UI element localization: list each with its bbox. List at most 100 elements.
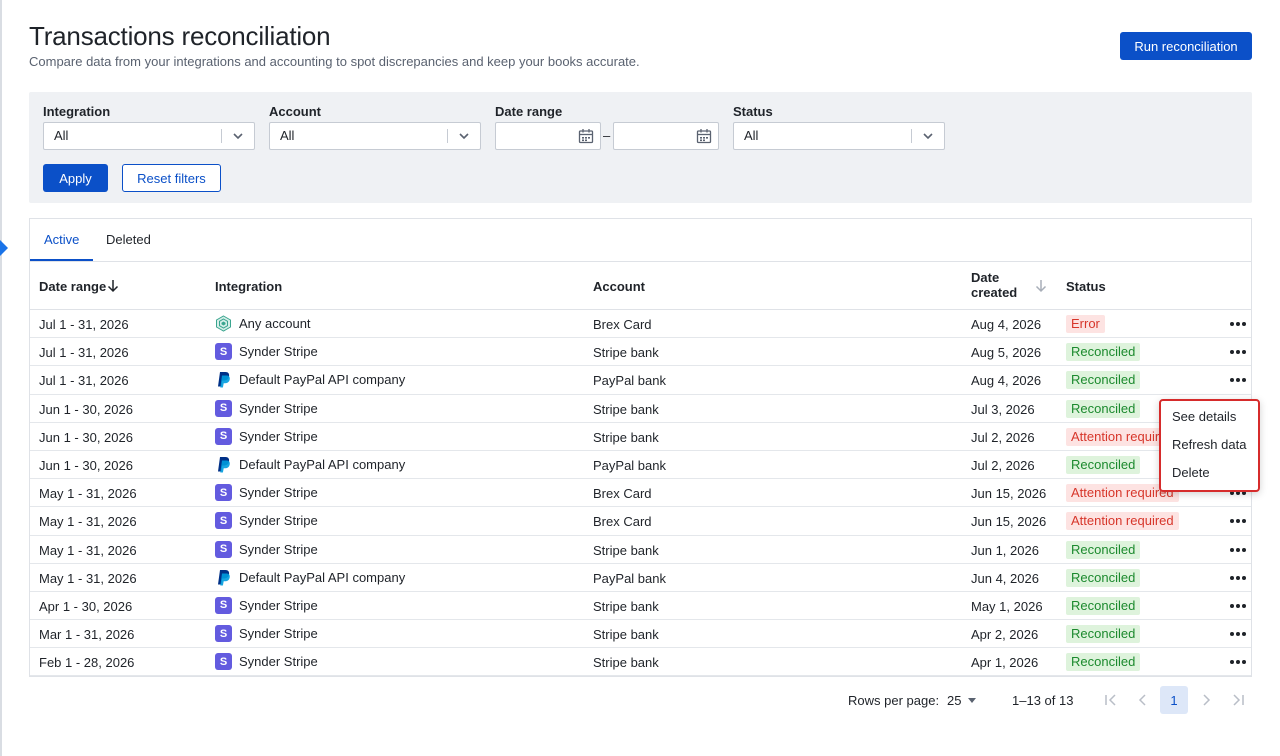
table-row[interactable]: Jul 1 - 31, 2026 Default PayPal API compa… (30, 366, 1251, 395)
stripe-logo-glyph: S (215, 399, 232, 417)
run-reconciliation-button[interactable]: Run reconciliation (1120, 32, 1252, 60)
integration-select[interactable]: All (43, 122, 255, 150)
rows-per-page-select[interactable]: 25 (947, 693, 961, 708)
integration-name: Synder Stripe (239, 344, 318, 360)
integration-name: Synder Stripe (239, 626, 318, 642)
table-row[interactable]: Jun 1 - 30, 2026 S Synder Stripe Stripe ban… (30, 395, 1251, 423)
table-row[interactable]: Feb 1 - 28, 2026 S Synder Stripe Stripe ban… (30, 648, 1251, 677)
cell-integration: Default PayPal API company (215, 371, 405, 388)
integration-name: Synder Stripe (239, 541, 318, 557)
arrow-down-icon[interactable] (107, 279, 119, 293)
cell-account: Stripe bank (593, 542, 659, 558)
integration-name: Any account (239, 316, 311, 331)
column-header-date-range[interactable]: Date range (39, 279, 106, 294)
cell-status: Reconciled (1066, 343, 1141, 362)
first-page-icon[interactable] (1103, 693, 1119, 707)
date-to-input[interactable] (613, 122, 719, 150)
next-page-icon[interactable] (1198, 693, 1214, 707)
status-select[interactable]: All (733, 122, 945, 150)
arrow-down-icon[interactable] (1035, 279, 1047, 293)
transactions-table: Active Deleted Date range Integration Ac… (29, 218, 1252, 677)
calendar-icon[interactable] (578, 128, 594, 144)
left-rail (0, 0, 2, 756)
apply-button[interactable]: Apply (43, 164, 108, 192)
table-row[interactable]: May 1 - 31, 2026 S Synder Stripe Brex Card J… (30, 479, 1251, 508)
more-horizontal-icon[interactable] (1228, 627, 1248, 641)
table-row[interactable]: Jun 1 - 30, 2026 Default PayPal API compa… (30, 451, 1251, 480)
menu-item-refresh-data[interactable]: Refresh data (1172, 437, 1246, 452)
more-horizontal-icon[interactable] (1228, 345, 1248, 359)
sidebar-expand-icon[interactable] (0, 240, 8, 256)
cell-integration: Any account (215, 315, 311, 332)
date-created-label-line-2: created (971, 285, 1018, 300)
cell-account: PayPal bank (593, 570, 666, 586)
cell-account: Stripe bank (593, 598, 659, 614)
column-header-date-created[interactable]: Date created (971, 270, 1017, 300)
date-range-separator: – (603, 128, 611, 143)
table-row[interactable]: Apr 1 - 30, 2026 S Synder Stripe Stripe ban… (30, 592, 1251, 621)
more-horizontal-icon[interactable] (1228, 599, 1248, 613)
more-horizontal-icon[interactable] (1228, 514, 1248, 528)
select-divider (221, 129, 222, 143)
menu-item-delete[interactable]: Delete (1172, 465, 1210, 480)
integration-name: Default PayPal API company (239, 456, 406, 472)
cell-account: Stripe bank (593, 655, 659, 671)
more-horizontal-icon[interactable] (1228, 317, 1248, 331)
page-button-current[interactable]: 1 (1160, 686, 1188, 714)
cell-status: Reconciled (1066, 653, 1141, 672)
date-created-label-line-1: Date (971, 270, 1000, 285)
cell-date-range: Jun 1 - 30, 2026 (39, 457, 133, 473)
column-header-status[interactable]: Status (1066, 279, 1106, 294)
integration-name: Synder Stripe (239, 428, 318, 444)
cell-account: PayPal bank (593, 457, 666, 473)
tab-deleted[interactable]: Deleted (106, 232, 151, 247)
cell-date-range: May 1 - 31, 2026 (39, 542, 137, 558)
table-row[interactable]: Jul 1 - 31, 2026 Any account Brex Card Aug … (30, 310, 1251, 339)
select-divider (911, 129, 912, 143)
stripe-logo-icon: S (215, 596, 232, 614)
stripe-logo-glyph: S (215, 625, 232, 643)
date-from-input[interactable] (495, 122, 601, 150)
cell-date-range: Jul 1 - 31, 2026 (39, 373, 129, 389)
cell-account: Stripe bank (593, 401, 659, 417)
stripe-logo-icon: S (215, 653, 232, 671)
column-header-integration[interactable]: Integration (215, 279, 282, 294)
status-badge: Reconciled (1066, 455, 1141, 474)
table-row[interactable]: May 1 - 31, 2026 S Synder Stripe Brex Card J… (30, 507, 1251, 536)
cell-status: Reconciled (1066, 371, 1141, 390)
cell-date-created: Apr 2, 2026 (971, 627, 1039, 643)
tab-active[interactable]: Active (44, 232, 79, 247)
page-range: 1–13 of 13 (1012, 693, 1074, 708)
caret-down-icon[interactable] (968, 698, 976, 703)
last-page-icon[interactable] (1230, 693, 1246, 707)
more-horizontal-icon[interactable] (1228, 373, 1248, 387)
reset-filters-button[interactable]: Reset filters (122, 164, 221, 192)
table-row[interactable]: Jul 1 - 31, 2026 S Synder Stripe Stripe ban… (30, 338, 1251, 367)
prev-page-icon[interactable] (1135, 693, 1151, 707)
more-horizontal-icon[interactable] (1228, 571, 1248, 585)
cell-date-created: Jun 15, 2026 (971, 514, 1047, 530)
calendar-icon[interactable] (696, 128, 712, 144)
page-title: Transactions reconciliation (29, 21, 331, 51)
more-horizontal-icon[interactable] (1228, 655, 1248, 669)
table-row[interactable]: May 1 - 31, 2026 S Synder Stripe Stripe ban… (30, 536, 1251, 564)
cell-account: Stripe bank (593, 627, 659, 643)
table-row[interactable]: Jun 1 - 30, 2026 S Synder Stripe Stripe ban… (30, 423, 1251, 451)
stripe-logo-icon: S (215, 427, 232, 445)
cell-integration: S Synder Stripe (215, 427, 318, 445)
cell-date-created: Jul 3, 2026 (971, 401, 1035, 417)
integration-name: Synder Stripe (239, 597, 318, 613)
chevron-down-icon (459, 133, 469, 140)
account-select[interactable]: All (269, 122, 481, 150)
stripe-logo-glyph: S (215, 512, 232, 530)
more-horizontal-icon[interactable] (1228, 543, 1248, 557)
table-row[interactable]: Mar 1 - 31, 2026 S Synder Stripe Stripe ban… (30, 620, 1251, 649)
cell-integration: Default PayPal API company (215, 569, 405, 586)
column-header-account[interactable]: Account (593, 279, 645, 294)
integration-name: Default PayPal API company (239, 372, 406, 388)
cell-status: Reconciled (1066, 399, 1141, 418)
menu-item-see-details[interactable]: See details (1172, 409, 1236, 424)
table-row[interactable]: May 1 - 31, 2026 Default PayPal API compa… (30, 564, 1251, 592)
stripe-logo-glyph: S (215, 484, 232, 502)
status-badge: Reconciled (1066, 540, 1141, 559)
